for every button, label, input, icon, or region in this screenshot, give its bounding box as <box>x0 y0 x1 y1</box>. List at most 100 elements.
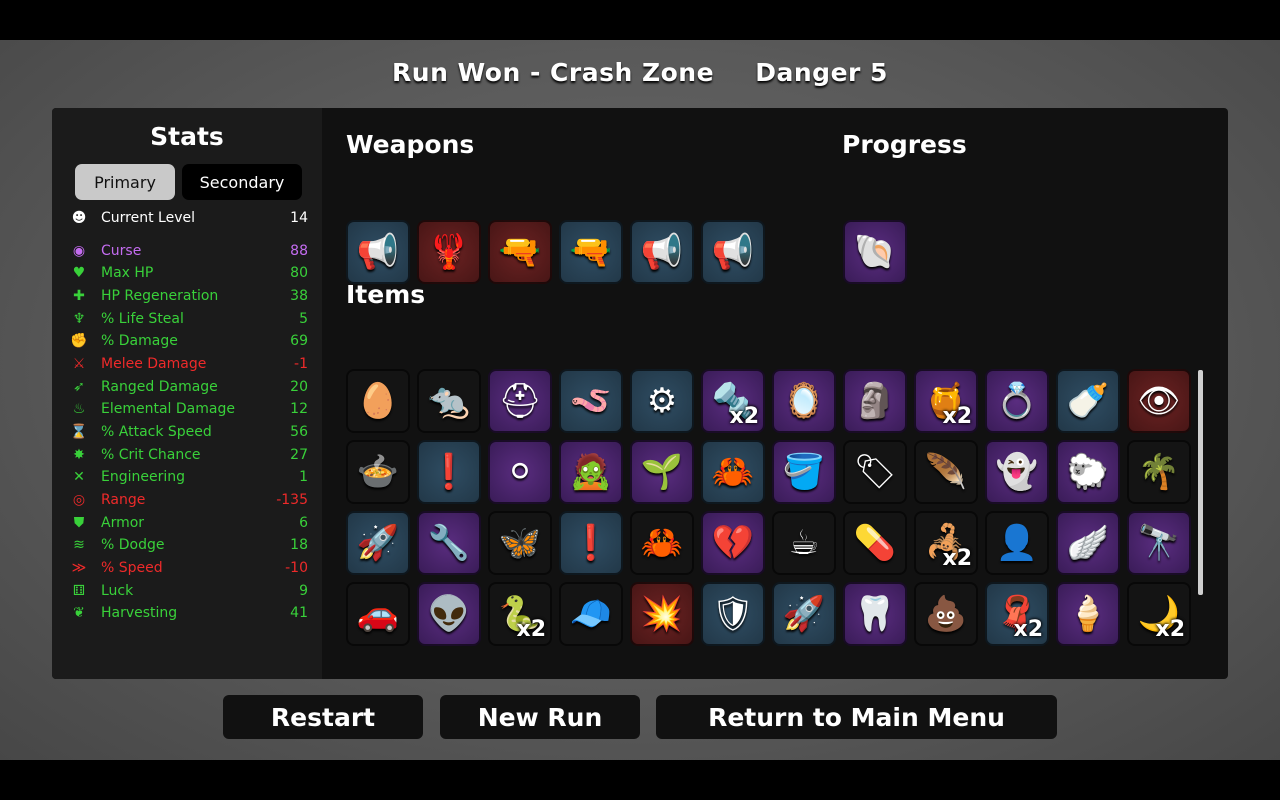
tile-glyph: ☕ <box>788 523 820 563</box>
ghost-icon[interactable]: 👤 <box>985 511 1049 575</box>
stat-label: Harvesting <box>101 605 178 621</box>
tile-glyph: 👁 <box>1137 381 1181 421</box>
stat-row[interactable]: ⛊ Armor 6 <box>70 513 308 533</box>
slime-stack-icon[interactable]: 🍦 <box>1056 582 1120 646</box>
stat-row[interactable]: ♆ % Life Steal 5 <box>70 309 308 329</box>
tab-secondary[interactable]: Secondary <box>182 164 302 200</box>
letterbox-top <box>0 0 1280 40</box>
exploding-bullet-icon[interactable]: 💥 <box>630 582 694 646</box>
hermit-crab-icon[interactable]: 🐚 <box>843 220 907 284</box>
tooth-icon[interactable]: 🦷 <box>843 582 907 646</box>
stat-row[interactable]: ➶ Ranged Damage 20 <box>70 377 308 397</box>
megaphone-icon[interactable]: 📢 <box>701 220 765 284</box>
stat-row[interactable]: ◉ Curse 88 <box>70 241 308 261</box>
egg-skull-icon[interactable]: 🥚 <box>346 369 410 433</box>
tile-glyph: 👻 <box>995 452 1039 492</box>
ferret-icon[interactable]: 🐀 <box>417 369 481 433</box>
dirt-sack-icon[interactable]: 💩 <box>914 582 978 646</box>
stat-label: % Damage <box>101 333 178 349</box>
capsule-icon[interactable]: 💊 <box>843 511 907 575</box>
stat-row[interactable]: ♨ Elemental Damage 12 <box>70 399 308 419</box>
sprout-icon[interactable]: 🌱 <box>630 440 694 504</box>
megaphone-icon[interactable]: 📢 <box>346 220 410 284</box>
frozen-heart-icon[interactable]: 💔 <box>701 511 765 575</box>
bottle-icon[interactable]: 🍼 <box>1056 369 1120 433</box>
gear-ring-icon[interactable]: ⚙ <box>630 369 694 433</box>
stat-icon: ⚔ <box>72 356 86 372</box>
stat-row[interactable]: ⚔ Melee Damage -1 <box>70 354 308 374</box>
main-menu-button[interactable]: Return to Main Menu <box>656 695 1057 739</box>
screw-arm-icon[interactable]: 🔧 <box>417 511 481 575</box>
tile-glyph: 🦀 <box>711 452 755 492</box>
stat-row[interactable]: ✕ Engineering 1 <box>70 467 308 487</box>
tag-icon[interactable]: 🏷 <box>843 440 907 504</box>
missile-icon[interactable]: 🚀 <box>772 582 836 646</box>
knight-helmet-icon[interactable]: ⛑ <box>488 369 552 433</box>
tile-glyph: 🪞 <box>782 381 826 421</box>
restart-button[interactable]: Restart <box>223 695 423 739</box>
zombie-head-icon[interactable]: 🧟 <box>559 440 623 504</box>
tile-glyph: 🦞 <box>427 232 471 272</box>
stat-icon: ≫ <box>71 560 87 576</box>
stat-icon: ♨ <box>72 401 86 417</box>
crescent-blade-icon[interactable]: 🌙 x2 <box>1127 582 1191 646</box>
eye-swirl-icon[interactable]: 👁 <box>1127 369 1191 433</box>
crashed-car-icon[interactable]: 🚗 <box>346 582 410 646</box>
items-scrollbar[interactable] <box>1198 370 1203 595</box>
ring-icon[interactable]: 💍 <box>985 369 1049 433</box>
rocket-icon[interactable]: 🚀 <box>346 511 410 575</box>
snake-icon[interactable]: 🐍 x2 <box>488 582 552 646</box>
stat-row[interactable]: ✊ % Damage 69 <box>70 331 308 351</box>
stat-row[interactable]: ◎ Range -135 <box>70 490 308 510</box>
alert-slime-icon[interactable]: ❗ <box>559 511 623 575</box>
claw-ring-icon[interactable]: 🦀 <box>701 440 765 504</box>
worm-icon[interactable]: 🪱 <box>559 369 623 433</box>
stat-row[interactable]: ✚ HP Regeneration 38 <box>70 286 308 306</box>
stat-row[interactable]: ⌛ % Attack Speed 56 <box>70 422 308 442</box>
metal-guard-icon[interactable]: 🛡 <box>701 582 765 646</box>
red-claws-icon[interactable]: 🦂 x2 <box>914 511 978 575</box>
tile-glyph: 🚀 <box>782 594 826 634</box>
megaphone-icon[interactable]: 📢 <box>630 220 694 284</box>
new-run-button[interactable]: New Run <box>440 695 640 739</box>
stat-icon: ✸ <box>73 447 85 463</box>
stat-row[interactable]: ≋ % Dodge 18 <box>70 535 308 555</box>
coffee-cup-icon[interactable]: ☕ <box>772 511 836 575</box>
run-summary-panel: Stats Primary Secondary ☻ Current Level 14… <box>52 108 1228 679</box>
mirror-icon[interactable]: 🪞 <box>772 369 836 433</box>
lobster-icon[interactable]: 🦞 <box>417 220 481 284</box>
stat-row[interactable]: ❦ Harvesting 41 <box>70 603 308 623</box>
alert-slime-icon[interactable]: ❗ <box>417 440 481 504</box>
revolver-icon[interactable]: 🔫 <box>559 220 623 284</box>
stat-row[interactable]: ✸ % Crit Chance 27 <box>70 445 308 465</box>
item-count: x2 <box>1013 617 1044 642</box>
tardigrade-icon[interactable]: 🐑 <box>1056 440 1120 504</box>
alien-doll-icon[interactable]: 👽 <box>417 582 481 646</box>
bullet-icon[interactable]: 🔩 x2 <box>701 369 765 433</box>
statue-icon[interactable]: 🗿 <box>843 369 907 433</box>
stat-row[interactable]: ♥ Max HP 80 <box>70 263 308 283</box>
scarf-icon[interactable]: 🧣 x2 <box>985 582 1049 646</box>
pot-icon[interactable]: 🍲 <box>346 440 410 504</box>
butterfly-icon[interactable]: 🦋 <box>488 511 552 575</box>
danger-level: Danger 5 <box>755 58 888 87</box>
stat-row[interactable]: ☻ Current Level 14 <box>70 208 308 228</box>
palm-tree-icon[interactable]: 🌴 <box>1127 440 1191 504</box>
stat-row[interactable]: ⚅ Luck 9 <box>70 581 308 601</box>
wings-icon[interactable]: 🪽 <box>1056 511 1120 575</box>
spyglass-icon[interactable]: 🔭 <box>1127 511 1191 575</box>
claw-ring-icon[interactable]: 🦀 <box>630 511 694 575</box>
snowball-icon[interactable]: ⚪ <box>488 440 552 504</box>
tab-primary[interactable]: Primary <box>75 164 175 200</box>
stat-value: 69 <box>290 333 308 349</box>
propeller-cap-icon[interactable]: 🧢 <box>559 582 623 646</box>
tile-glyph: 🪽 <box>1066 523 1110 563</box>
stat-row[interactable]: ≫ % Speed -10 <box>70 558 308 578</box>
tile-glyph: 🔭 <box>1137 523 1181 563</box>
barrel-icon[interactable]: 🪣 <box>772 440 836 504</box>
revolver-icon[interactable]: 🔫 <box>488 220 552 284</box>
tile-glyph: 🚀 <box>356 523 400 563</box>
honey-jar-icon[interactable]: 🍯 x2 <box>914 369 978 433</box>
ghost-blob-icon[interactable]: 👻 <box>985 440 1049 504</box>
feather-icon[interactable]: 🪶 <box>914 440 978 504</box>
